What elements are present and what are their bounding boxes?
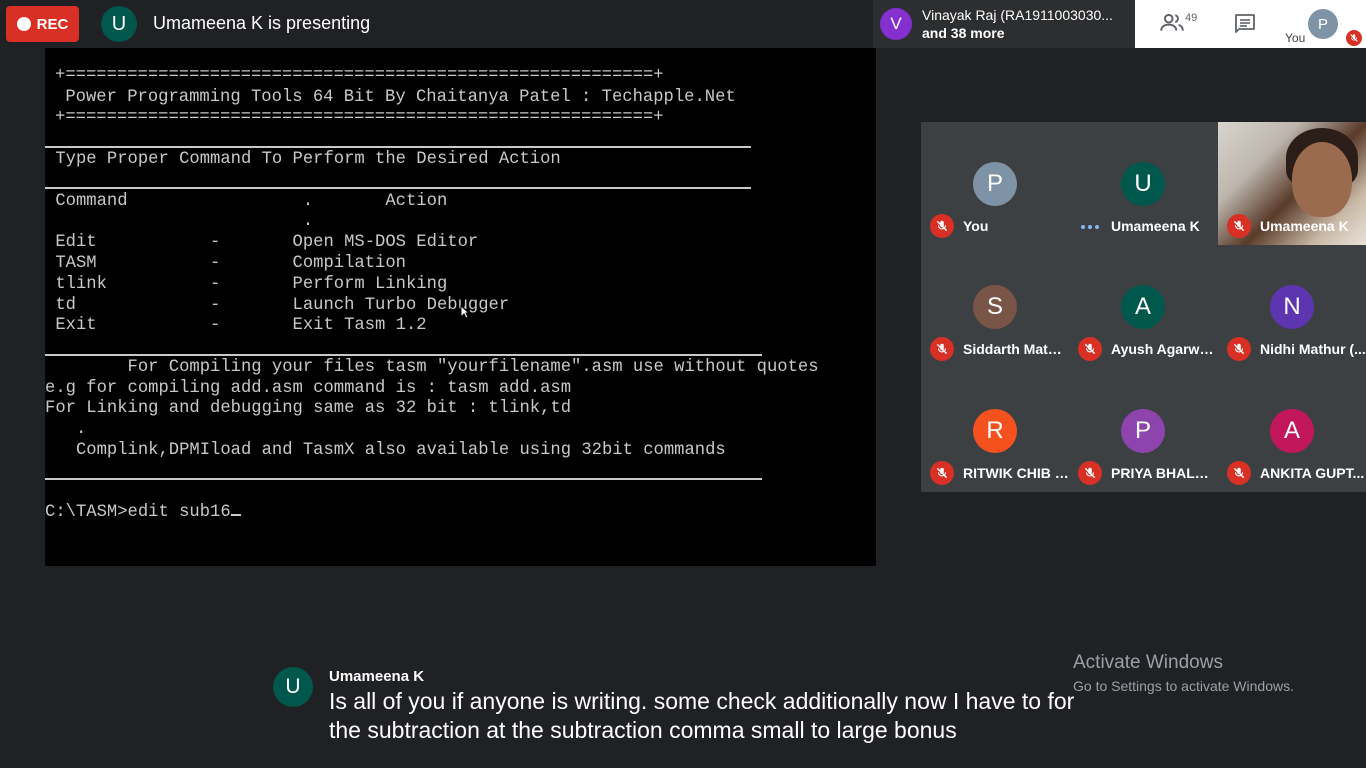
video-face: [1292, 142, 1352, 217]
participant-name: RITWIK CHIB (...: [963, 465, 1069, 481]
people-icon: [1160, 13, 1184, 31]
participant-count: 49: [1185, 12, 1198, 24]
mic-off-icon: [1227, 337, 1251, 361]
participant-more: and 38 more: [922, 25, 1005, 41]
speaking-indicator-icon: [1081, 225, 1099, 229]
caption-speaker-name: Umameena K: [329, 668, 425, 685]
caption-text: Is all of you if anyone is writing. some…: [329, 688, 1075, 743]
participant-summary-text: Vinayak Raj (RA1911003030... and 38 more: [922, 6, 1113, 42]
record-dot-icon: [16, 17, 31, 31]
terminal-line: For Linking and debugging same as 32 bit…: [45, 399, 572, 418]
chat-button[interactable]: [1233, 12, 1257, 36]
mic-off-icon: [1227, 214, 1251, 238]
terminal-line: TASM - Compilation: [45, 254, 406, 273]
self-label: You: [1285, 31, 1306, 45]
participant-name: Nidhi Mathur (...: [1260, 341, 1366, 357]
terminal-line: Edit - Open MS-DOS Editor: [45, 233, 479, 252]
terminal-line: Power Programming Tools 64 Bit By Chaita…: [55, 88, 736, 107]
people-button[interactable]: 49: [1159, 10, 1199, 40]
participant-grid: P You U Umameena K Umameena K S Siddarth…: [921, 122, 1366, 492]
cursor: [230, 514, 241, 516]
participant-avatar: A: [1121, 285, 1165, 329]
presenting-status: Umameena K is presenting: [153, 13, 371, 33]
participant-name: Siddarth Mathu...: [963, 341, 1069, 357]
terminal-line: Command . Action: [45, 192, 448, 211]
participant-tile[interactable]: A ANKITA GUPT...: [1218, 369, 1366, 492]
participant-name: Umameena K: [1260, 218, 1349, 234]
mouse-pointer-icon: [460, 305, 470, 319]
terminal-command: C:\TASM>edit sub16: [45, 503, 231, 522]
presenter-avatar: U: [101, 6, 137, 42]
participant-summary[interactable]: V Vinayak Raj (RA1911003030... and 38 mo…: [873, 0, 1135, 48]
terminal-rule: [45, 146, 751, 148]
terminal-line: +=======================================…: [55, 66, 664, 85]
top-right-controls: 49 P You: [1135, 0, 1366, 48]
terminal-line: .: [45, 212, 314, 231]
terminal-rule: [45, 478, 762, 480]
participant-tile[interactable]: P You: [921, 122, 1069, 245]
participant-tile[interactable]: U Umameena K: [1069, 122, 1217, 245]
participant-tile[interactable]: P PRIYA BHALOT...: [1069, 369, 1217, 492]
terminal-rule: [45, 187, 751, 189]
participant-video-tile[interactable]: Umameena K: [1218, 122, 1366, 245]
windows-activation-watermark: Activate Windows Go to Settings to activ…: [1073, 652, 1294, 694]
participant-avatar: P: [1121, 409, 1165, 453]
rec-label: REC: [36, 15, 69, 33]
shared-screen: +=======================================…: [45, 48, 876, 566]
terminal-line: For Compiling your files tasm "yourfilen…: [45, 358, 819, 377]
participant-name: Umameena K: [1111, 218, 1200, 234]
participant-tile[interactable]: S Siddarth Mathu...: [921, 245, 1069, 368]
participant-avatar: A: [1270, 409, 1314, 453]
terminal-line: e.g for compiling add.asm command is : t…: [45, 379, 572, 398]
watermark-title: Activate Windows: [1073, 652, 1223, 673]
participant-avatar: U: [1121, 162, 1165, 206]
terminal-line: Type Proper Command To Perform the Desir…: [45, 150, 561, 169]
participant-avatar: N: [1270, 285, 1314, 329]
mic-off-icon: [1078, 337, 1102, 361]
participant-avatar: P: [973, 162, 1017, 206]
participant-avatar: S: [973, 285, 1017, 329]
participant-tile[interactable]: N Nidhi Mathur (...: [1218, 245, 1366, 368]
recording-badge[interactable]: REC: [6, 6, 79, 42]
terminal-rule: [45, 354, 762, 356]
watermark-subtitle: Go to Settings to activate Windows.: [1073, 678, 1294, 694]
terminal-line: Complink,DPMIload and TasmX also availab…: [45, 441, 726, 460]
participant-avatar: R: [973, 409, 1017, 453]
mic-off-icon: [1078, 461, 1102, 485]
terminal-line: +=======================================…: [55, 108, 664, 127]
mic-off-icon: [930, 337, 954, 361]
caption-speaker-avatar: U: [273, 667, 313, 707]
participant-name: Ayush Agarwal...: [1111, 341, 1217, 357]
terminal-prompt: C:\TASM>edit sub16: [45, 503, 241, 523]
mic-off-icon: [930, 214, 954, 238]
participant-name: PRIYA BHALOT...: [1111, 465, 1217, 481]
terminal-line: tlink - Perform Linking: [45, 275, 448, 294]
terminal-line: .: [45, 420, 87, 439]
terminal-line: Exit - Exit Tasm 1.2: [45, 316, 427, 335]
mic-off-icon: [1346, 30, 1362, 46]
terminal-line: td - Launch Turbo Debugger: [45, 296, 510, 315]
mic-off-icon: [930, 461, 954, 485]
participant-tile[interactable]: A Ayush Agarwal...: [1069, 245, 1217, 368]
participant-name: ANKITA GUPT...: [1260, 465, 1365, 481]
mic-off-icon: [1227, 461, 1251, 485]
participant-name: You: [963, 218, 989, 234]
participant-tile[interactable]: R RITWIK CHIB (...: [921, 369, 1069, 492]
participant-name: Vinayak Raj (RA1911003030...: [922, 7, 1113, 23]
chat-icon: [1235, 14, 1255, 33]
self-avatar[interactable]: P: [1308, 9, 1338, 39]
participant-avatar: V: [880, 8, 912, 40]
